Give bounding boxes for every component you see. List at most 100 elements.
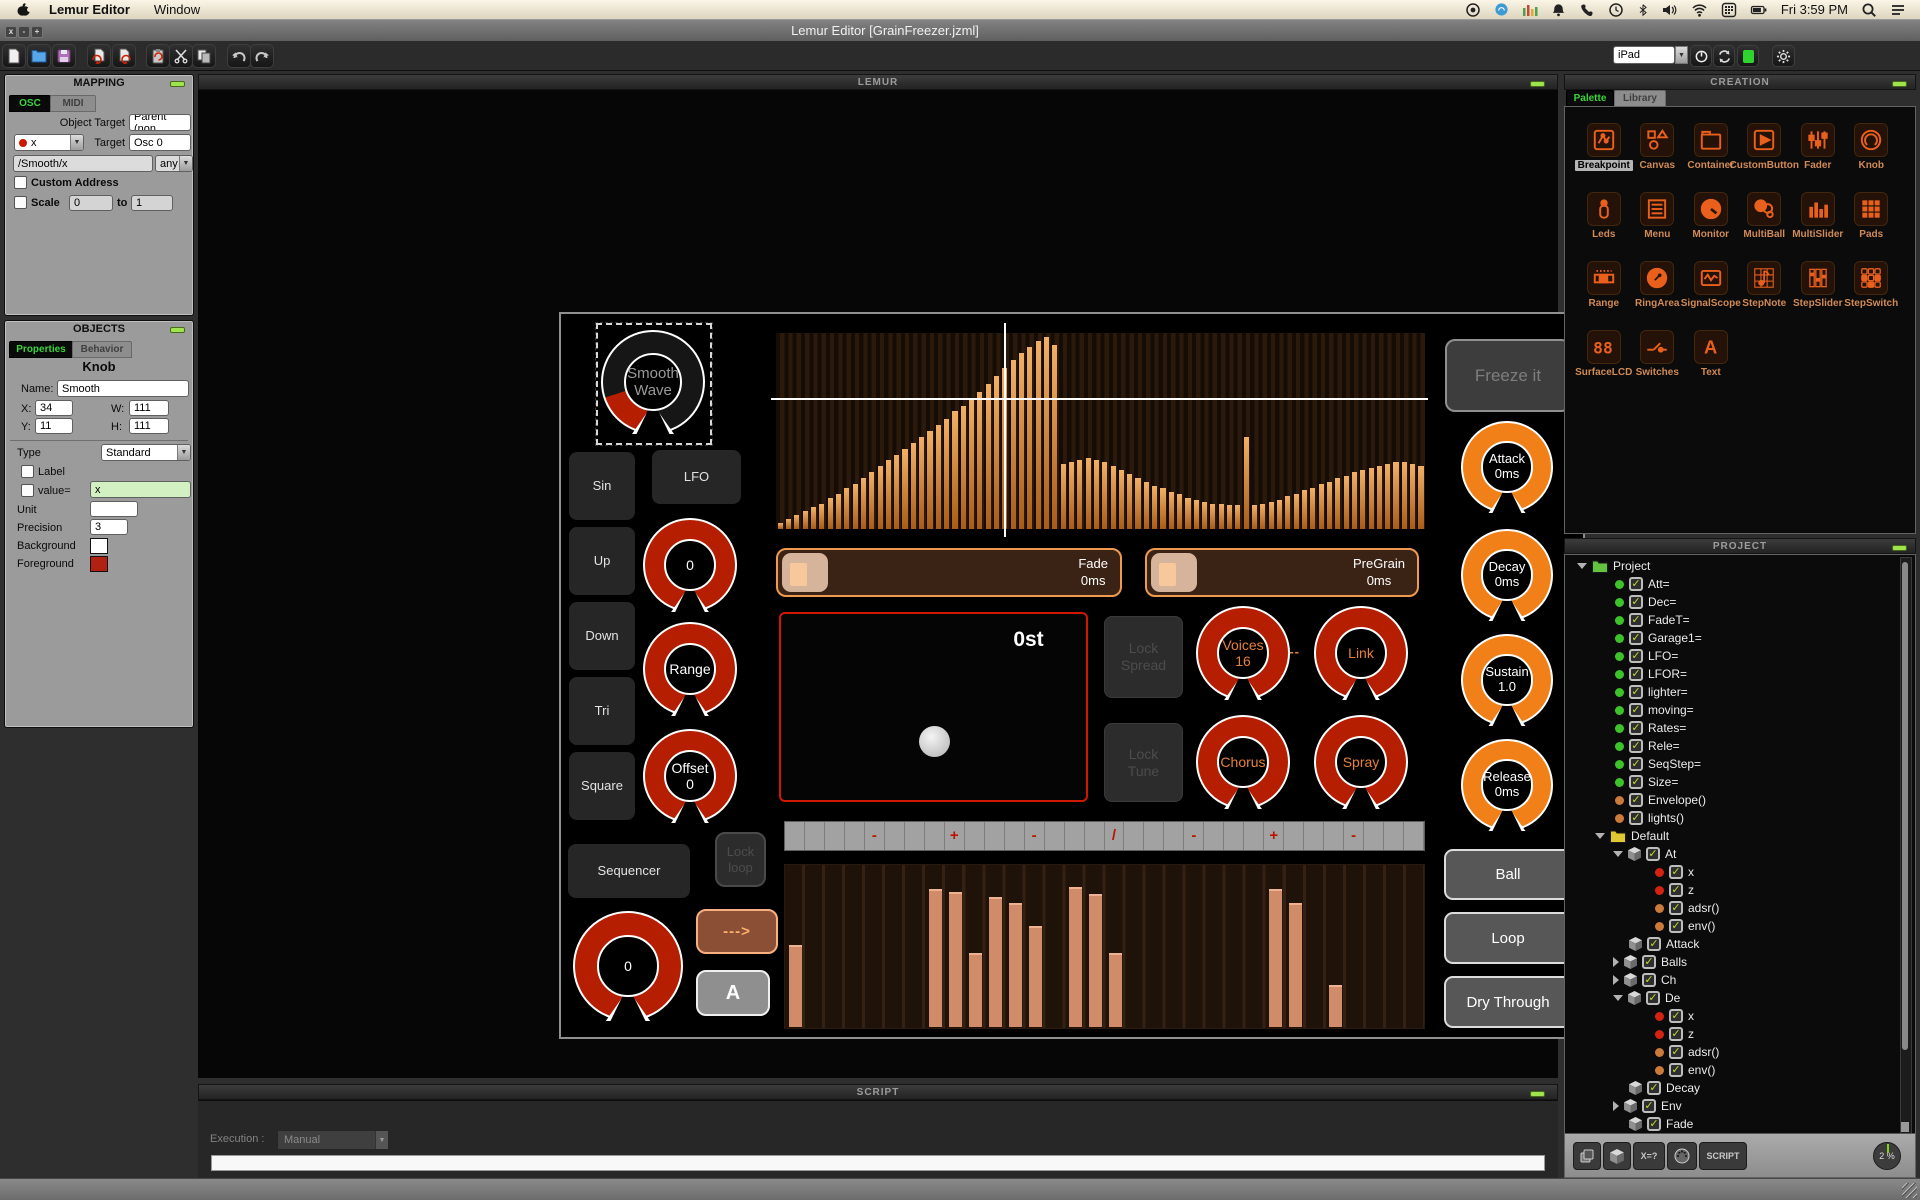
scale-to-input[interactable]: 1	[131, 195, 173, 211]
tree-item-adsr-[interactable]: ✓adsr()	[1567, 899, 1897, 917]
foreground-color-swatch[interactable]	[90, 556, 108, 572]
tree-checkbox[interactable]: ✓	[1629, 667, 1643, 681]
tree-item-dec-[interactable]: ✓Dec=	[1567, 593, 1897, 611]
lemur-collapse-button[interactable]	[1530, 81, 1545, 87]
device-select-arrow-icon[interactable]: ▼	[1675, 46, 1688, 64]
tree-checkbox[interactable]: ✓	[1647, 937, 1661, 951]
activity-bars-status-icon[interactable]	[1522, 2, 1538, 18]
unit-input[interactable]	[90, 501, 138, 517]
tree-item-ch[interactable]: ✓Ch	[1567, 971, 1897, 989]
expander-open-icon[interactable]	[1577, 563, 1587, 569]
tree-checkbox[interactable]: ✓	[1629, 757, 1643, 771]
add-variable-button[interactable]: X=?	[1633, 1142, 1665, 1170]
tree-checkbox[interactable]: ✓	[1647, 1117, 1661, 1131]
down-wave-button[interactable]: Down	[569, 602, 635, 670]
voices-knob[interactable]: Voices 16	[1196, 606, 1290, 700]
mapping-collapse-button[interactable]	[170, 81, 185, 87]
step-cell[interactable]: -	[1344, 822, 1364, 850]
lock-spread-button[interactable]: Lock Spread	[1104, 616, 1183, 698]
step-cell[interactable]	[1065, 822, 1085, 850]
expander-closed-icon[interactable]	[1613, 957, 1619, 967]
tree-item-x[interactable]: ✓x	[1567, 1007, 1897, 1025]
type-select[interactable]: Standard▼	[101, 444, 191, 461]
tree-item-env-[interactable]: ✓env()	[1567, 917, 1897, 935]
w-input[interactable]: 111	[129, 400, 169, 416]
tree-item-size-[interactable]: ✓Size=	[1567, 773, 1897, 791]
export-jzml-button[interactable]	[112, 44, 136, 68]
script-collapse-button[interactable]	[1530, 1091, 1545, 1097]
redo-button[interactable]	[250, 44, 274, 68]
palette-item-stepswitch[interactable]: StepSwitch	[1845, 261, 1899, 330]
phone-status-icon[interactable]	[1579, 2, 1595, 18]
step-cell[interactable]	[1284, 822, 1304, 850]
tree-item-env[interactable]: ✓Env	[1567, 1097, 1897, 1115]
step-cell[interactable]	[965, 822, 985, 850]
palette-item-multiball[interactable]: MultiBall	[1738, 192, 1792, 261]
precision-input[interactable]: 3	[90, 519, 128, 535]
sequencer-rate-knob[interactable]: 0	[573, 911, 683, 1021]
step-cell[interactable]: /	[1105, 822, 1125, 850]
step-cell[interactable]	[1005, 822, 1025, 850]
lock-loop-button[interactable]: Lock loop	[715, 832, 766, 887]
fade-slider[interactable]: Fade 0ms	[776, 548, 1122, 597]
tree-item-rele-[interactable]: ✓Rele=	[1567, 737, 1897, 755]
chevron-down-icon[interactable]: ▼	[70, 135, 83, 150]
open-file-button[interactable]	[27, 44, 51, 68]
range-knob[interactable]: Range	[643, 622, 737, 716]
freeze-it-button[interactable]: Freeze it	[1445, 339, 1571, 412]
label-checkbox[interactable]	[21, 465, 34, 478]
pregrain-slider-handle[interactable]	[1151, 553, 1197, 592]
tree-checkbox[interactable]: ✓	[1642, 1099, 1656, 1113]
step-cell[interactable]	[1164, 822, 1184, 850]
objects-collapse-button[interactable]	[170, 327, 185, 333]
menu-window[interactable]: Window	[154, 2, 200, 17]
tree-checkbox[interactable]: ✓	[1669, 1009, 1683, 1023]
palette-item-stepslider[interactable]: StepSlider	[1791, 261, 1845, 330]
tree-checkbox[interactable]: ✓	[1669, 883, 1683, 897]
step-cell[interactable]	[805, 822, 825, 850]
palette-item-monitor[interactable]: Monitor	[1684, 192, 1738, 261]
custom-address-checkbox[interactable]	[14, 176, 27, 189]
step-cell[interactable]: -	[865, 822, 885, 850]
a-mode-button[interactable]: A	[696, 970, 770, 1016]
tree-item-de[interactable]: ✓De	[1567, 989, 1897, 1007]
tree-checkbox[interactable]: ✓	[1669, 901, 1683, 915]
step-cell[interactable]: +	[945, 822, 965, 850]
cut-button[interactable]	[169, 44, 193, 68]
apple-menu-icon[interactable]	[16, 2, 31, 18]
lfo-button[interactable]: LFO	[652, 450, 741, 504]
tab-properties[interactable]: Properties	[9, 341, 73, 358]
tab-midi[interactable]: MIDI	[50, 95, 96, 112]
tree-checkbox[interactable]: ✓	[1646, 847, 1660, 861]
step-cell[interactable]	[825, 822, 845, 850]
attack-knob[interactable]: Attack 0ms	[1461, 421, 1553, 513]
up-wave-button[interactable]: Up	[569, 527, 635, 595]
expander-open-icon[interactable]	[1613, 995, 1623, 1001]
new-file-button[interactable]	[2, 44, 26, 68]
palette-item-pads[interactable]: Pads	[1845, 192, 1899, 261]
tree-item-att-[interactable]: ✓Att=	[1567, 575, 1897, 593]
tree-checkbox[interactable]: ✓	[1647, 1081, 1661, 1095]
execution-mode-select[interactable]: Manual▼	[277, 1130, 389, 1150]
y-input[interactable]: 11	[35, 418, 73, 434]
sequencer-button[interactable]: Sequencer	[568, 844, 690, 898]
tree-item-decay[interactable]: ✓Decay	[1567, 1079, 1897, 1097]
smooth-wave-knob[interactable]: Smooth Wave	[601, 330, 705, 434]
lemur-editor-canvas[interactable]: Fade 0ms PreGrain 0ms 0st Lock Spread Lo…	[198, 90, 1558, 1078]
grain-sequencer-display[interactable]	[784, 864, 1425, 1029]
x-input[interactable]: 34	[35, 400, 73, 416]
step-cell[interactable]	[1244, 822, 1264, 850]
value-expression-input[interactable]: x	[90, 481, 191, 498]
tab-behavior[interactable]: Behavior	[72, 341, 132, 358]
background-color-swatch[interactable]	[90, 538, 108, 554]
tree-checkbox[interactable]: ✓	[1669, 1063, 1683, 1077]
step-cell[interactable]	[1304, 822, 1324, 850]
tab-osc[interactable]: OSC	[9, 95, 51, 112]
tree-checkbox[interactable]: ✓	[1629, 793, 1643, 807]
add-container-button[interactable]	[1573, 1142, 1601, 1170]
tree-item-default[interactable]: Default	[1567, 827, 1897, 845]
tree-checkbox[interactable]: ✓	[1629, 595, 1643, 609]
step-cell[interactable]	[1364, 822, 1384, 850]
palette-item-stepnote[interactable]: StepNote	[1738, 261, 1792, 330]
tri-wave-button[interactable]: Tri	[569, 677, 635, 745]
